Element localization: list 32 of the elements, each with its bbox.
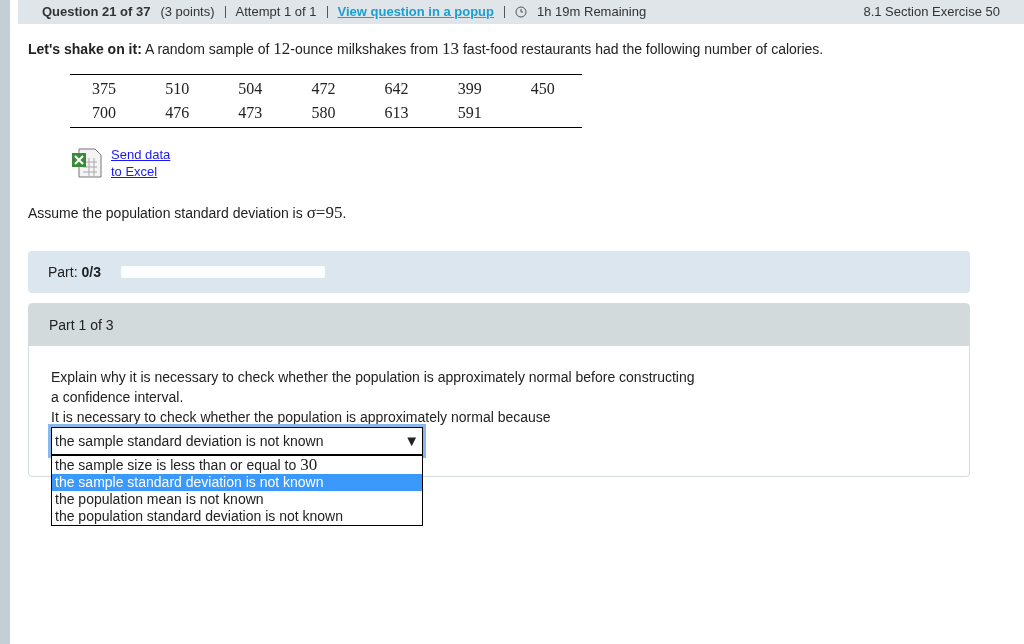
answer-dropdown[interactable]: the sample standard deviation is not known ▼ — [51, 427, 423, 455]
time-remaining: 1h 19m Remaining — [537, 3, 647, 22]
question-number: Question 21 of 37 — [42, 3, 151, 22]
dropdown-option[interactable]: the sample size is less than or equal to 30 — [52, 456, 422, 474]
table-cell: 450 — [530, 79, 555, 97]
table-cell: 591 — [457, 103, 482, 121]
section-label: 8.1 Section Exercise 50 — [863, 3, 1000, 22]
question-text: Explain why it is necessary to check whether the population is approximately normal before constructing a confidence interval. — [51, 368, 696, 407]
progress-label: Part: 0/3 — [48, 262, 101, 282]
clock-icon — [515, 6, 527, 18]
attempt-label: Attempt 1 of 1 — [235, 3, 317, 22]
table-cell: 510 — [165, 79, 190, 97]
table-cell: 472 — [311, 79, 336, 97]
intro-text: Let's shake on it: A random sample of 12-ounce milkshakes from 13 fast-food restaurants had the following number of calories. — [28, 38, 825, 60]
prompt-text: It is necessary to check whether the population is approximately normal because — [51, 408, 552, 427]
part-title: Part 1 of 3 — [49, 315, 114, 335]
dropdown-option[interactable]: the population standard deviation is not known — [52, 508, 422, 525]
table-cell: 473 — [238, 103, 263, 121]
table-cell: 375 — [92, 79, 116, 97]
table-cell: 642 — [384, 79, 409, 97]
table-cell: 700 — [92, 103, 116, 121]
dropdown-option[interactable]: the population mean is not known — [52, 491, 422, 508]
assumption-text: Assume the population standard deviation is σ=95. — [28, 201, 348, 224]
table-cell: 399 — [457, 79, 482, 97]
send-to-excel-link[interactable]: Send data to Excel — [111, 145, 171, 180]
table-cell: 504 — [238, 79, 263, 97]
points-label: (3 points) — [160, 3, 215, 22]
table-cell: 580 — [311, 103, 336, 121]
spreadsheet-icon — [71, 147, 105, 178]
caret-icon: ▼ — [404, 431, 419, 451]
table-cell: 476 — [165, 103, 190, 121]
table-cell: 613 — [384, 103, 409, 121]
